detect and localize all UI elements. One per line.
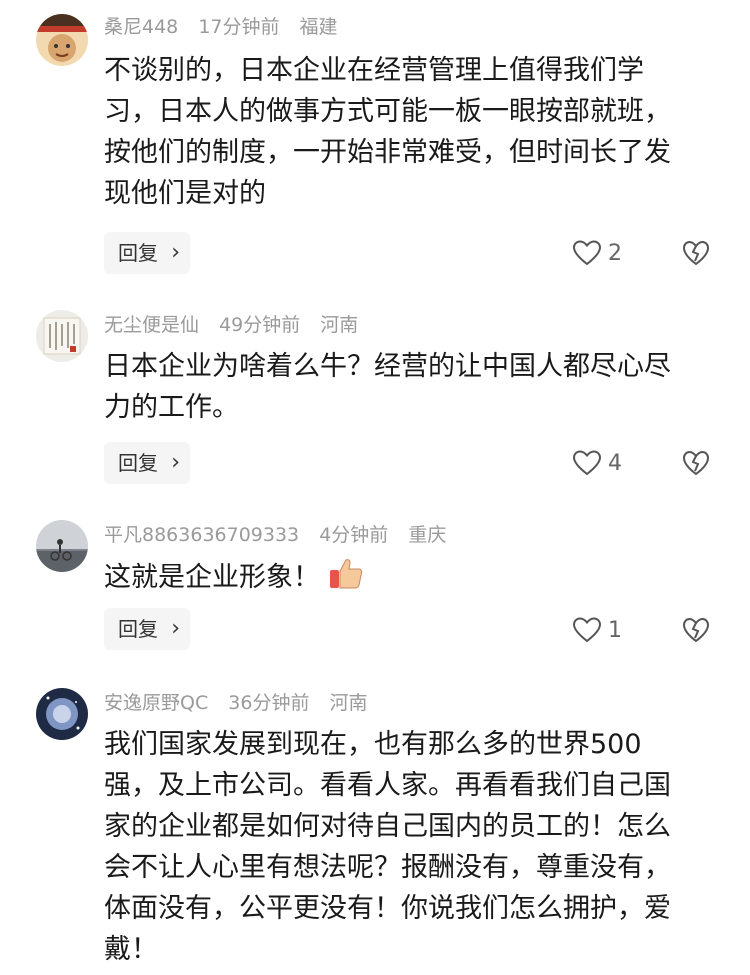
comment-meta: 安逸原野QC 36分钟前 河南	[104, 688, 382, 718]
dislike-icon[interactable]	[682, 616, 710, 644]
text-line: 体面没有，公平更没有！你说我们怎么拥护，爱	[104, 893, 671, 924]
text-line: 强，及上市公司。看看人家。再看看我们自己国	[104, 770, 671, 801]
heart-icon	[572, 240, 602, 266]
location: 福建	[299, 16, 338, 38]
timestamp: 4分钟前	[319, 524, 389, 546]
text-line: 不谈别的，日本企业在经营管理上值得我们学	[104, 55, 644, 86]
chevron-right-icon: ›	[171, 616, 180, 641]
like-button[interactable]: 1	[572, 610, 622, 650]
like-count: 1	[608, 617, 622, 643]
text-line: 家的企业都是如何对待自己国内的员工的！怎么	[104, 811, 671, 842]
comment-meta: 桑尼448 17分钟前 福建	[104, 12, 352, 42]
chevron-right-icon: ›	[171, 450, 180, 475]
timestamp: 36分钟前	[228, 692, 310, 714]
text-line: 我们国家发展到现在，也有那么多的世界500	[104, 729, 642, 760]
reply-button[interactable]: 回复 ›	[104, 608, 190, 650]
comment-text: 不谈别的，日本企业在经营管理上值得我们学 习，日本人的做事方式可能一板一眼按部就…	[104, 50, 724, 214]
like-button[interactable]: 2	[572, 233, 622, 273]
comment-text: 我们国家发展到现在，也有那么多的世界500 强，及上市公司。看看人家。再看看我们…	[104, 724, 724, 970]
dislike-icon[interactable]	[682, 239, 710, 267]
location: 重庆	[408, 524, 447, 546]
like-button[interactable]: 4	[572, 443, 622, 483]
text-line: 习，日本人的做事方式可能一板一眼按部就班，	[104, 96, 671, 127]
text-line: 日本企业为啥着么牛？经营的让中国人都尽心尽	[104, 351, 671, 382]
text-line: 会不让人心里有想法呢？报酬没有，尊重没有，	[104, 852, 671, 883]
timestamp: 49分钟前	[219, 314, 301, 336]
comment-text: 日本企业为啥着么牛？经营的让中国人都尽心尽 力的工作。	[104, 346, 724, 428]
comment-meta: 无尘便是仙 49分钟前 河南	[104, 310, 372, 340]
chevron-right-icon: ›	[171, 240, 180, 265]
comment-text-line: 这就是企业形象！	[104, 562, 320, 593]
reply-button[interactable]: 回复 ›	[104, 442, 190, 484]
username[interactable]: 平凡8863636709333	[104, 524, 299, 546]
heart-icon	[572, 450, 602, 476]
username[interactable]: 桑尼448	[104, 16, 178, 38]
location: 河南	[329, 692, 368, 714]
comment-meta: 平凡8863636709333 4分钟前 重庆	[104, 520, 460, 550]
avatar[interactable]	[36, 520, 88, 572]
reply-label: 回复	[118, 617, 158, 641]
reply-label: 回复	[118, 451, 158, 475]
comment-text: 这就是企业形象！	[104, 556, 724, 598]
comment-item: 桑尼448 17分钟前 福建 不谈别的，日本企业在经营管理上值得我们学 习，日本…	[0, 0, 750, 300]
avatar[interactable]	[36, 14, 88, 66]
username[interactable]: 无尘便是仙	[104, 314, 199, 336]
text-line: 力的工作。	[104, 392, 239, 423]
avatar[interactable]	[36, 310, 88, 362]
location: 河南	[320, 314, 359, 336]
thumbs-up-icon	[330, 559, 363, 589]
avatar[interactable]	[36, 688, 88, 740]
like-count: 4	[608, 450, 622, 476]
timestamp: 17分钟前	[198, 16, 280, 38]
comment-item: 安逸原野QC 36分钟前 河南 我们国家发展到现在，也有那么多的世界500 强，…	[0, 680, 750, 975]
text-line: 按他们的制度，一开始非常难受，但时间长了发	[104, 137, 671, 168]
text-line: 现他们是对的	[104, 178, 266, 209]
reply-button[interactable]: 回复 ›	[104, 232, 190, 274]
username[interactable]: 安逸原野QC	[104, 692, 208, 714]
dislike-icon[interactable]	[682, 449, 710, 477]
reply-label: 回复	[118, 241, 158, 265]
like-count: 2	[608, 240, 622, 266]
text-line: 戴！	[104, 934, 158, 965]
comment-item: 平凡8863636709333 4分钟前 重庆 这就是企业形象！ 回复 › 1	[0, 510, 750, 680]
comment-item: 无尘便是仙 49分钟前 河南 日本企业为啥着么牛？经营的让中国人都尽心尽 力的工…	[0, 300, 750, 500]
text-line: 这就是企业形象！	[104, 556, 724, 598]
heart-icon	[572, 617, 602, 643]
